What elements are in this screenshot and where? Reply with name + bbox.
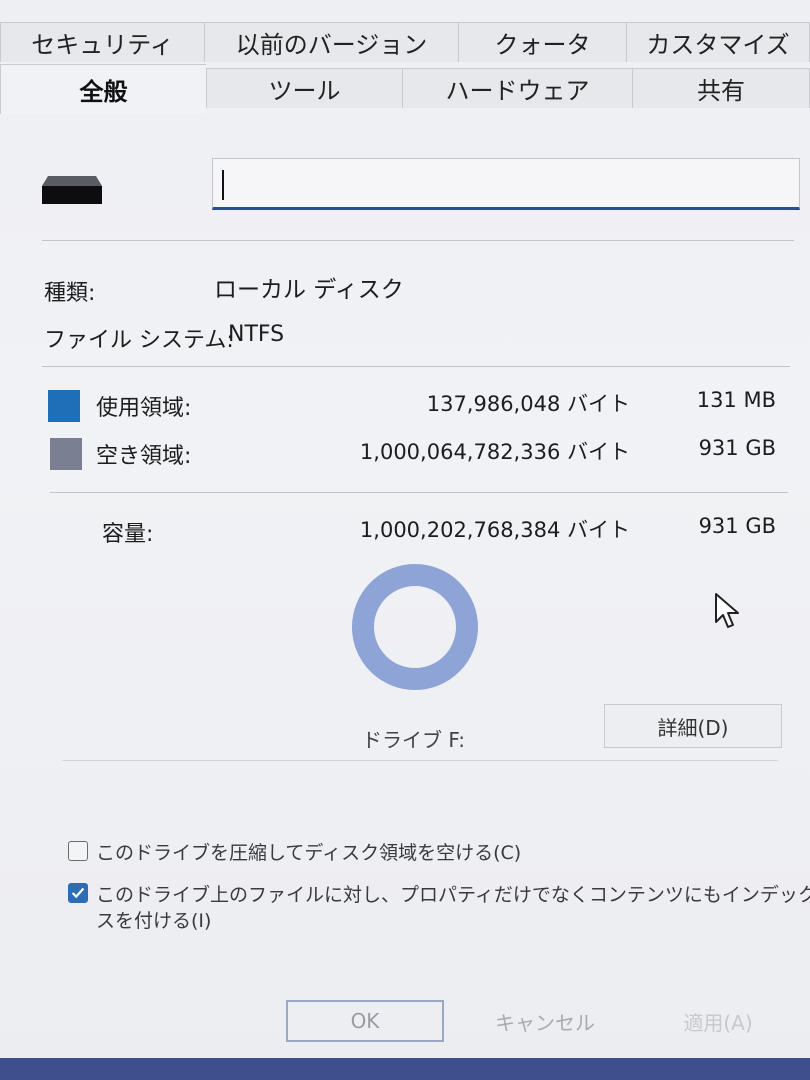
separator-4	[62, 760, 778, 761]
drive-name-input[interactable]	[212, 158, 800, 210]
tab-hardware[interactable]: ハードウェア	[402, 68, 632, 108]
checkmark-icon	[71, 887, 85, 899]
tab-general[interactable]: 全般	[0, 64, 206, 114]
tab-quota[interactable]: クォータ	[458, 22, 626, 62]
drive-letter-label: ドライブ F:	[362, 728, 466, 752]
ok-button[interactable]: OK	[286, 1000, 444, 1042]
tab-row-back: セキュリティ 以前のバージョン クォータ カスタマイズ	[0, 22, 810, 62]
window-bottom-edge	[0, 1058, 810, 1080]
properties-dialog: セキュリティ 以前のバージョン クォータ カスタマイズ 全般 ツール ハードウェ…	[0, 0, 810, 1080]
used-space-bytes: 137,986,048 バイト	[426, 392, 630, 416]
usage-donut-chart	[352, 564, 478, 690]
index-contents-label-line2: スを付ける(I)	[96, 910, 212, 932]
tab-sharing[interactable]: 共有	[632, 68, 810, 108]
free-space-swatch	[50, 438, 82, 470]
free-space-size: 931 GB	[698, 436, 776, 460]
free-space-bytes: 1,000,064,782,336 バイト	[359, 440, 630, 464]
mouse-pointer-icon	[715, 593, 739, 628]
tab-customize[interactable]: カスタマイズ	[626, 22, 810, 62]
apply-button[interactable]: 適用(A)	[648, 1000, 788, 1042]
separator-3	[50, 492, 788, 493]
free-space-label: 空き領域:	[96, 444, 192, 469]
separator-2	[42, 366, 790, 367]
separator-1	[42, 240, 794, 241]
capacity-size: 931 GB	[698, 514, 776, 538]
filesystem-value: NTFS	[228, 322, 285, 347]
text-caret	[222, 170, 224, 200]
cancel-button[interactable]: キャンセル	[470, 1000, 620, 1042]
used-space-label: 使用領域:	[96, 396, 192, 421]
index-contents-label-line1: このドライブ上のファイルに対し、プロパティだけでなくコンテンツにもインデック	[96, 884, 810, 906]
filesystem-label: ファイル システム:	[44, 328, 234, 353]
type-label: 種類:	[44, 281, 96, 306]
tab-tools[interactable]: ツール	[206, 68, 402, 108]
compress-drive-checkbox[interactable]	[68, 841, 88, 861]
tab-row-front: 全般 ツール ハードウェア 共有	[0, 64, 810, 114]
tab-previous-versions[interactable]: 以前のバージョン	[204, 22, 458, 62]
drive-icon	[42, 176, 102, 204]
tab-security[interactable]: セキュリティ	[0, 22, 204, 62]
compress-drive-label: このドライブを圧縮してディスク領域を空ける(C)	[96, 842, 522, 864]
capacity-label: 容量:	[102, 522, 154, 547]
type-value: ローカル ディスク	[214, 277, 404, 303]
capacity-bytes: 1,000,202,768,384 バイト	[359, 518, 630, 542]
details-button[interactable]: 詳細(D)	[604, 704, 782, 748]
used-space-swatch	[48, 390, 80, 422]
used-space-size: 131 MB	[696, 388, 776, 412]
index-contents-checkbox[interactable]	[68, 883, 88, 903]
